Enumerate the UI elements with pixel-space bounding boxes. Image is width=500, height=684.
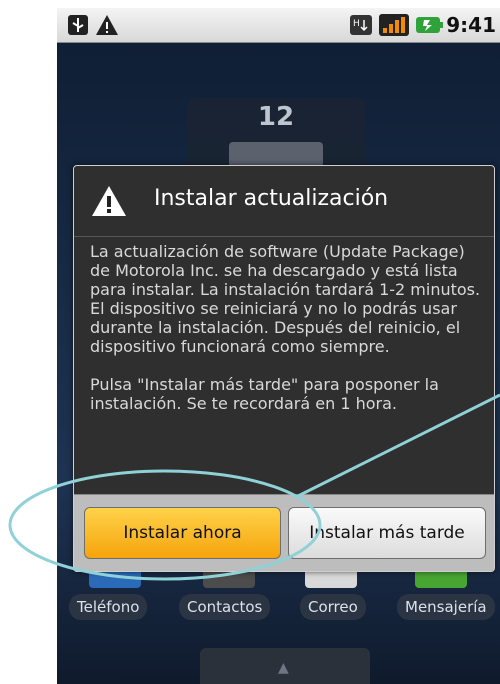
dock-label-phone[interactable]: Teléfono — [69, 594, 148, 620]
install-update-dialog: Instalar actualización La actualización … — [73, 165, 495, 572]
dock-label-mail[interactable]: Correo — [300, 594, 366, 620]
dialog-title: Instalar actualización — [154, 186, 389, 211]
status-bar: H 9:41 — [57, 8, 500, 43]
clock-hour: 12 — [257, 102, 295, 132]
warning-icon — [96, 15, 118, 35]
dialog-button-bar: Instalar ahora Instalar más tarde — [74, 494, 494, 571]
install-now-button[interactable]: Instalar ahora — [84, 507, 281, 559]
usb-icon — [68, 15, 88, 35]
dock-label-contacts[interactable]: Contactos — [179, 594, 271, 620]
data-transfer-icon: H — [350, 15, 372, 35]
svg-text:H: H — [353, 19, 360, 29]
dialog-header: Instalar actualización — [74, 166, 494, 237]
chevron-up-icon: ▲ — [278, 660, 289, 676]
status-time: 9:41 — [446, 13, 496, 37]
dock-label-messaging[interactable]: Mensajería — [397, 594, 495, 620]
signal-icon — [379, 14, 409, 36]
dialog-message: La actualización de software (Update Pac… — [90, 242, 482, 432]
install-later-button[interactable]: Instalar más tarde — [288, 507, 486, 559]
warning-icon — [92, 186, 126, 216]
dialog-message-paragraph-2: Pulsa "Instalar más tarde" para posponer… — [90, 375, 439, 413]
dialog-message-paragraph-1: La actualización de software (Update Pac… — [90, 242, 481, 356]
battery-icon — [416, 17, 443, 33]
app-drawer-handle[interactable]: ▲ — [200, 648, 370, 684]
